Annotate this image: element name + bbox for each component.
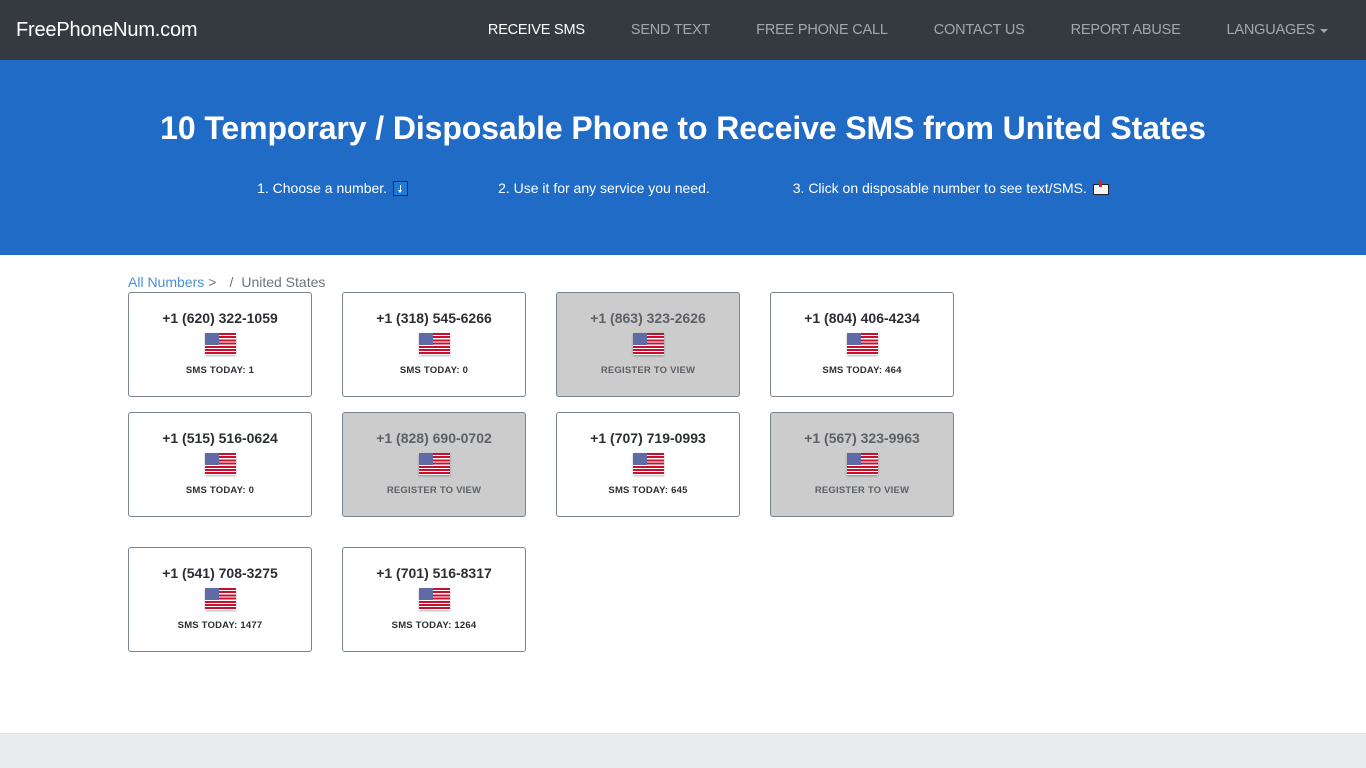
us-flag-icon xyxy=(418,333,450,355)
us-flag-icon xyxy=(204,588,236,610)
number-card-locked[interactable]: +1 (567) 323-9963 REGISTER TO VIEW xyxy=(770,412,954,517)
sms-status: SMS TODAY: 464 xyxy=(822,365,902,376)
sms-status: SMS TODAY: 1477 xyxy=(177,620,263,631)
number-card[interactable]: +1 (804) 406-4234 SMS TODAY: 464 xyxy=(770,292,954,397)
breadcrumb: All Numbers > / United States xyxy=(128,274,1238,290)
register-to-view-label: REGISTER TO VIEW xyxy=(386,485,482,496)
us-flag-icon xyxy=(632,453,664,475)
instruction-steps: 1. Choose a number. 2. Use it for any se… xyxy=(0,180,1366,196)
sms-status: SMS TODAY: 645 xyxy=(608,485,688,496)
nav-receive-sms[interactable]: RECEIVE SMS xyxy=(488,22,585,38)
us-flag-icon xyxy=(204,453,236,475)
breadcrumb-all-numbers-link[interactable]: All Numbers xyxy=(128,274,204,290)
sms-status: SMS TODAY: 0 xyxy=(399,365,469,376)
main-content: All Numbers > / United States +1 (620) 3… xyxy=(128,255,1238,733)
step-2-text: 2. Use it for any service you need. xyxy=(498,180,710,196)
us-flag-icon xyxy=(204,333,236,355)
number-card[interactable]: +1 (620) 322-1059 SMS TODAY: 1 xyxy=(128,292,312,397)
number-grid: +1 (620) 322-1059 SMS TODAY: 1 +1 (318) … xyxy=(128,292,1238,667)
phone-number: +1 (863) 323-2626 xyxy=(590,310,706,326)
number-card[interactable]: +1 (541) 708-3275 SMS TODAY: 1477 xyxy=(128,547,312,652)
nav-contact-us[interactable]: CONTACT US xyxy=(934,22,1025,38)
step-2: 2. Use it for any service you need. xyxy=(498,180,710,196)
number-card[interactable]: +1 (318) 545-6266 SMS TODAY: 0 xyxy=(342,292,526,397)
nav-free-phone-call[interactable]: FREE PHONE CALL xyxy=(756,22,888,38)
phone-number: +1 (318) 545-6266 xyxy=(376,310,492,326)
step-3-text: 3. Click on disposable number to see tex… xyxy=(792,180,1087,196)
number-card[interactable]: +1 (707) 719-0993 SMS TODAY: 645 xyxy=(556,412,740,517)
phone-number: +1 (701) 516-8317 xyxy=(376,565,492,581)
nav-languages-dropdown[interactable]: LANGUAGES xyxy=(1227,22,1328,38)
number-card-locked[interactable]: +1 (863) 323-2626 REGISTER TO VIEW xyxy=(556,292,740,397)
phone-number: +1 (541) 708-3275 xyxy=(162,565,278,581)
us-flag-icon xyxy=(846,333,878,355)
navbar: FreePhoneNum.com RECEIVE SMS SEND TEXT F… xyxy=(0,0,1366,60)
breadcrumb-gt: > xyxy=(208,274,217,290)
us-flag-icon xyxy=(418,453,450,475)
step-1: 1. Choose a number. xyxy=(257,180,409,196)
brand-logo-link[interactable]: FreePhoneNum.com xyxy=(16,19,198,42)
register-to-view-label: REGISTER TO VIEW xyxy=(600,365,696,376)
breadcrumb-current: United States xyxy=(241,274,326,290)
number-card[interactable]: +1 (701) 516-8317 SMS TODAY: 1264 xyxy=(342,547,526,652)
footer xyxy=(0,733,1366,768)
nav-send-text[interactable]: SEND TEXT xyxy=(631,22,711,38)
nav-languages-label: LANGUAGES xyxy=(1226,22,1316,38)
page-title: 10 Temporary / Disposable Phone to Recei… xyxy=(160,110,1206,146)
sms-status: SMS TODAY: 1 xyxy=(185,365,255,376)
envelope-icon xyxy=(1092,180,1109,195)
phone-number: +1 (804) 406-4234 xyxy=(804,310,920,326)
us-flag-icon xyxy=(632,333,664,355)
sms-status: SMS TODAY: 1264 xyxy=(391,620,477,631)
caret-down-icon xyxy=(1320,28,1328,33)
us-flag-icon xyxy=(418,588,450,610)
phone-number: +1 (620) 322-1059 xyxy=(162,310,278,326)
phone-number: +1 (707) 719-0993 xyxy=(590,430,706,446)
down-arrow-icon xyxy=(393,180,409,196)
phone-number: +1 (567) 323-9963 xyxy=(804,430,920,446)
step-1-text: 1. Choose a number. xyxy=(257,180,388,196)
breadcrumb-separator: / xyxy=(229,274,234,290)
step-3: 3. Click on disposable number to see tex… xyxy=(793,180,1109,196)
us-flag-icon xyxy=(846,453,878,475)
phone-number: +1 (515) 516-0624 xyxy=(162,430,278,446)
number-card-locked[interactable]: +1 (828) 690-0702 REGISTER TO VIEW xyxy=(342,412,526,517)
nav-report-abuse[interactable]: REPORT ABUSE xyxy=(1071,22,1181,38)
hero-banner: 10 Temporary / Disposable Phone to Recei… xyxy=(0,60,1366,255)
phone-number: +1 (828) 690-0702 xyxy=(376,430,492,446)
register-to-view-label: REGISTER TO VIEW xyxy=(814,485,910,496)
nav-menu: RECEIVE SMS SEND TEXT FREE PHONE CALL CO… xyxy=(442,0,1328,60)
number-card[interactable]: +1 (515) 516-0624 SMS TODAY: 0 xyxy=(128,412,312,517)
sms-status: SMS TODAY: 0 xyxy=(185,485,255,496)
